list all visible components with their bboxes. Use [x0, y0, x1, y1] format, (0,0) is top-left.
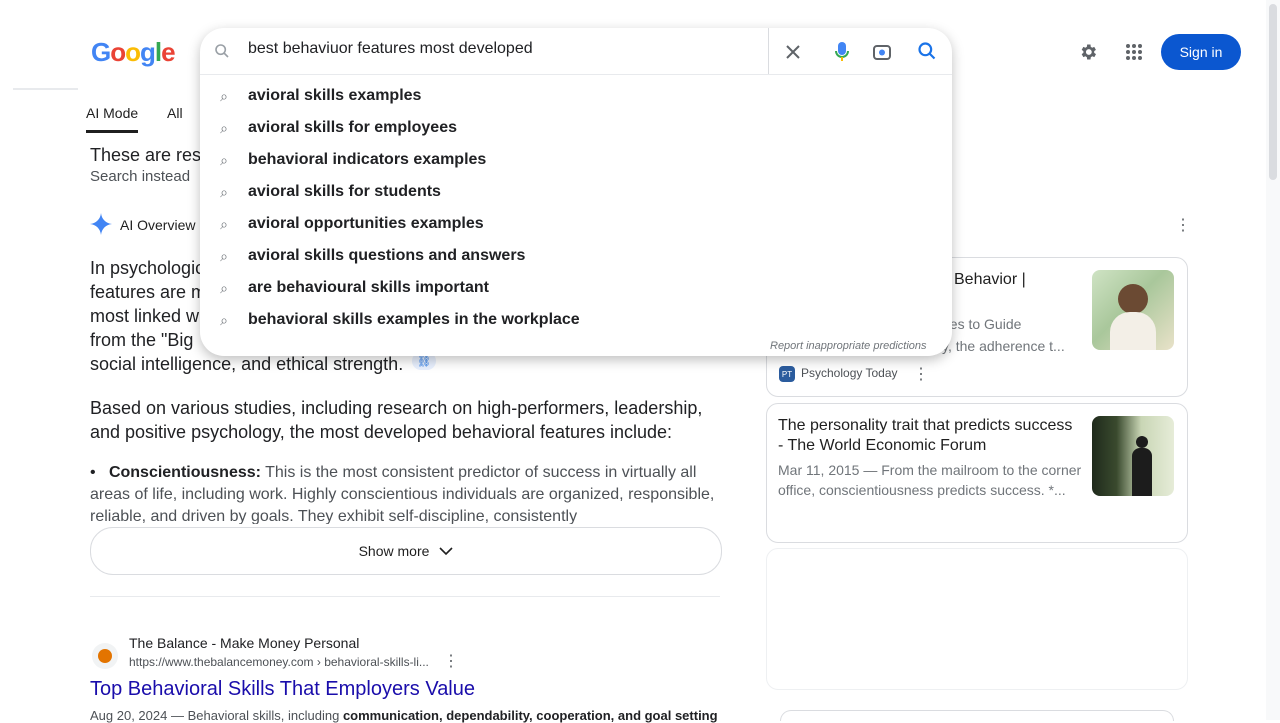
gear-icon	[1081, 44, 1096, 60]
card-more-target[interactable]	[962, 514, 976, 528]
voice-search-button[interactable]	[829, 39, 855, 65]
scrollbar-thumb[interactable]	[1269, 4, 1277, 180]
search-icon: ⌕	[220, 279, 228, 296]
microphone-icon	[835, 42, 849, 61]
card-snippet-line: y, the adherence t...	[942, 338, 1065, 354]
site-favicon[interactable]	[92, 643, 118, 669]
clear-search-button[interactable]	[780, 39, 806, 65]
lens-search-button[interactable]	[869, 39, 895, 65]
settings-button[interactable]	[1070, 34, 1106, 70]
camera-lens-icon	[873, 45, 891, 60]
suggestion-item[interactable]: ⌕ behavioral skills examples in the workp…	[200, 304, 952, 336]
search-icon: ⌕	[220, 215, 228, 232]
search-icon: ⌕	[220, 183, 228, 200]
suggestion-item[interactable]: ⌕ avioral opportunities examples	[200, 208, 952, 240]
ai-overview-star-icon	[90, 213, 112, 240]
apps-button[interactable]	[1116, 34, 1152, 70]
search-icon: ⌕	[220, 119, 228, 136]
search-icon: ⌕	[220, 87, 228, 104]
tab-all[interactable]: All	[167, 96, 183, 130]
source-card-world-economic-forum[interactable]: The personality trait that predicts succ…	[766, 403, 1188, 543]
card-more-target[interactable]	[932, 660, 946, 674]
result-snippet-bold: communication, dependability, cooperatio…	[342, 708, 718, 723]
chevron-down-icon	[439, 547, 453, 556]
source-card-partial[interactable]	[780, 710, 1174, 721]
show-more-button[interactable]: Show more	[90, 527, 722, 575]
suggestion-label: are behavioural skills important	[248, 279, 489, 296]
card-thumbnail	[1092, 416, 1174, 496]
side-divider	[13, 88, 78, 90]
favicon-dot	[98, 649, 112, 663]
tab-ai-mode[interactable]: AI Mode	[86, 96, 139, 133]
suggestion-item[interactable]: ⌕ avioral skills questions and answers	[200, 240, 952, 272]
search-icon: ⌕	[220, 311, 228, 328]
result-snippet: Aug 20, 2024 — Behavioral skills, includ…	[90, 708, 718, 723]
search-icon	[215, 44, 229, 58]
suggestion-label: avioral skills for students	[248, 183, 441, 200]
suggestion-label: avioral opportunities examples	[248, 215, 484, 232]
suggestion-label: behavioral indicators examples	[248, 151, 487, 168]
source-card-placeholder[interactable]	[766, 548, 1188, 690]
google-logo[interactable]: Google	[91, 37, 176, 68]
result-snippet-text: — Behavioral skills, including	[167, 708, 343, 723]
search-icon: ⌕	[220, 151, 228, 168]
search-icon: ⌕	[220, 247, 228, 264]
report-predictions-link[interactable]: Report inappropriate predictions	[770, 340, 927, 352]
result-site-name[interactable]: The Balance - Make Money Personal	[129, 635, 359, 651]
suggestion-item[interactable]: ⌕ avioral skills for students	[200, 176, 952, 208]
section-divider	[90, 596, 720, 597]
show-more-label: Show more	[358, 543, 430, 559]
card-more-icon[interactable]: ⋮	[913, 367, 929, 383]
suggestion-item[interactable]: ⌕ are behavioural skills important	[200, 272, 952, 304]
result-date: Aug 20, 2024	[90, 708, 168, 723]
psychology-today-favicon: PT	[779, 366, 795, 382]
result-url[interactable]: https://www.thebalancemoney.com › behavi…	[129, 655, 429, 669]
search-submit-button[interactable]	[909, 33, 945, 69]
card-snippet-line: ues to Guide	[942, 316, 1022, 332]
suggestion-label: avioral skills questions and answers	[248, 247, 526, 264]
side-menu-area	[13, 60, 78, 127]
results-notice: These are res	[90, 145, 202, 165]
suggestion-item[interactable]: ⌕ avioral skills examples	[200, 80, 952, 112]
sign-in-button[interactable]: Sign in	[1161, 34, 1241, 70]
ai-paragraph-2: Based on various studies, including rese…	[90, 398, 703, 442]
suggestion-label: behavioral skills examples in the workpl…	[248, 311, 580, 328]
close-icon	[786, 45, 800, 59]
suggestion-label: avioral skills examples	[248, 87, 422, 104]
card-title: The personality trait that predicts succ…	[778, 417, 1073, 454]
page-scrollbar[interactable]	[1266, 0, 1280, 720]
search-divider	[768, 28, 769, 74]
card-date: Mar 11, 2015	[778, 462, 860, 478]
ai-overview-more-icon[interactable]: ⋮	[1175, 218, 1191, 234]
bullet-term: Conscientiousness:	[108, 464, 261, 481]
bullet-conscientiousness: • Conscientiousness: This is the most co…	[90, 464, 715, 524]
suggestion-label: avioral skills for employees	[248, 119, 457, 136]
search-box[interactable]: best behaviuor features most developed	[200, 28, 952, 75]
suggestion-item[interactable]: ⌕ avioral skills for employees	[200, 112, 952, 144]
search-suggestions-panel: best behaviuor features most developed ⌕…	[200, 28, 952, 356]
card-thumbnail	[1092, 270, 1174, 350]
search-instead-link[interactable]: Search instead	[90, 168, 190, 185]
card-title: Behavior |	[954, 271, 1026, 288]
result-more-icon[interactable]: ⋮	[443, 654, 459, 670]
result-title-link[interactable]: Top Behavioral Skills That Employers Val…	[90, 678, 475, 701]
card-source-name: Psychology Today	[801, 366, 898, 380]
apps-grid-icon	[1126, 44, 1142, 60]
card-snippet: Mar 11, 2015 — From the mailroom to the …	[778, 460, 1083, 500]
search-icon	[918, 42, 936, 60]
suggestion-item[interactable]: ⌕ behavioral indicators examples	[200, 144, 952, 176]
ai-overview-label: AI Overview	[120, 217, 196, 233]
search-input[interactable]: best behaviuor features most developed	[248, 40, 533, 58]
